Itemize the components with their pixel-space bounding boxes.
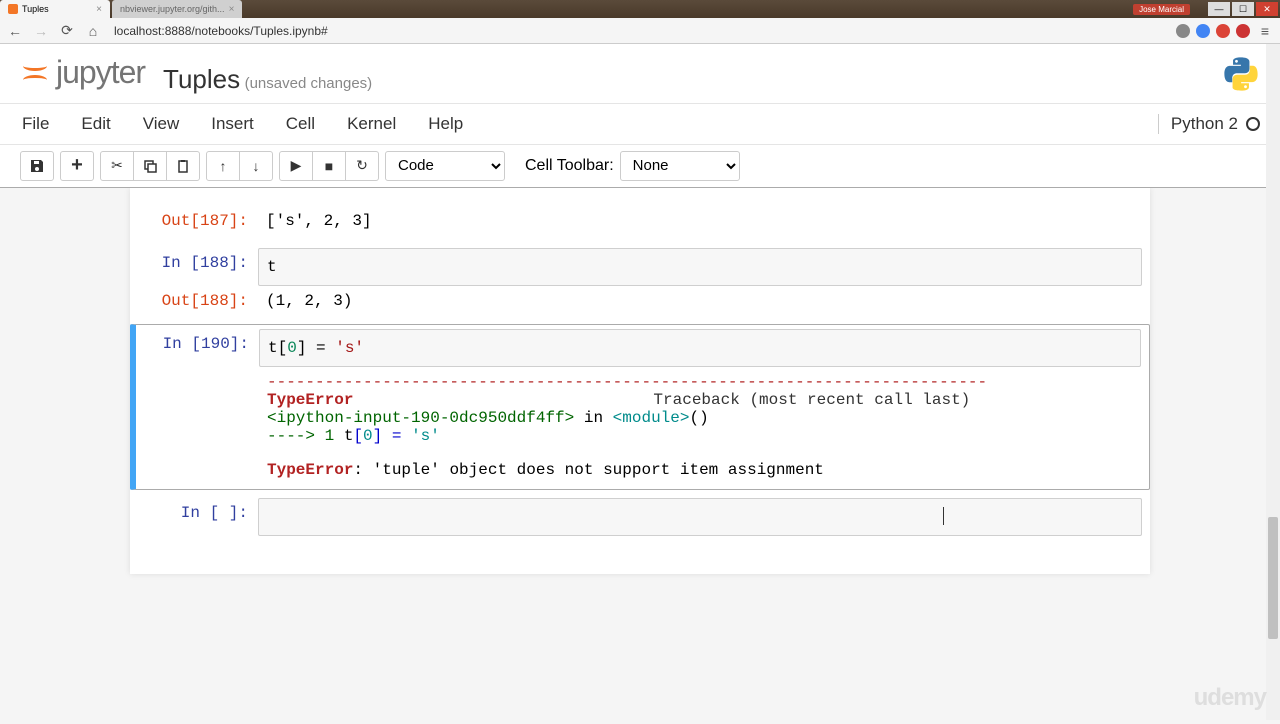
jupyter-logo-text: jupyter	[56, 54, 145, 91]
kernel-indicator: Python 2	[1158, 114, 1260, 134]
output-prompt: Out[187]:	[138, 206, 258, 236]
code-input[interactable]: t	[258, 248, 1142, 286]
menu-kernel[interactable]: Kernel	[345, 110, 398, 138]
output-value: ['s', 2, 3]	[258, 206, 1142, 236]
window-close-button[interactable]: ✕	[1256, 2, 1278, 16]
notebook-scroll-area[interactable]: Out[187]: ['s', 2, 3] In [188]: t Out[18…	[0, 188, 1280, 724]
extension-icon[interactable]	[1236, 24, 1250, 38]
input-prompt: In [190]:	[139, 329, 259, 359]
output-prompt: Out[188]:	[138, 286, 258, 316]
address-bar: ← → ⟳ ⌂ localhost:8888/notebooks/Tuples.…	[0, 18, 1280, 44]
add-cell-button[interactable]: +	[60, 151, 94, 181]
tab-title: Tuples	[22, 4, 49, 14]
notebook-header: jupyter Tuples (unsaved changes)	[0, 44, 1280, 104]
extension-icon[interactable]	[1176, 24, 1190, 38]
cut-button[interactable]: ✂	[100, 151, 134, 181]
restart-button[interactable]: ↻	[345, 151, 379, 181]
kernel-status-icon	[1246, 117, 1260, 131]
tab-close-icon[interactable]: ×	[229, 4, 235, 15]
browser-titlebar: Tuples × nbviewer.jupyter.org/gith... × …	[0, 0, 1280, 18]
scrollbar[interactable]	[1266, 44, 1280, 720]
jupyter-logo[interactable]: jupyter	[20, 54, 145, 91]
error-output: ----------------------------------------…	[259, 367, 1141, 485]
copy-button[interactable]	[133, 151, 167, 181]
menu-cell[interactable]: Cell	[284, 110, 317, 138]
text-cursor-icon	[943, 507, 944, 525]
kernel-name: Python 2	[1171, 114, 1238, 134]
menu-file[interactable]: File	[20, 110, 51, 138]
tab-favicon	[8, 4, 18, 14]
move-up-button[interactable]: ↑	[206, 151, 240, 181]
browser-menu-icon[interactable]: ≡	[1256, 22, 1274, 40]
scrollbar-thumb[interactable]	[1268, 517, 1278, 639]
save-button[interactable]	[20, 151, 54, 181]
tab-title: nbviewer.jupyter.org/gith...	[120, 4, 225, 14]
browser-tab-inactive[interactable]: nbviewer.jupyter.org/gith... ×	[112, 0, 242, 18]
paste-button[interactable]	[166, 151, 200, 181]
code-cell-selected[interactable]: In [190]: t[0] = 's' -------------------…	[130, 324, 1150, 490]
home-button[interactable]: ⌂	[84, 22, 102, 40]
output-value: (1, 2, 3)	[258, 286, 1142, 316]
notebook-name[interactable]: Tuples	[163, 64, 240, 94]
extension-icon[interactable]	[1196, 24, 1210, 38]
menu-view[interactable]: View	[141, 110, 182, 138]
stop-button[interactable]: ■	[312, 151, 346, 181]
toolbar: + ✂ ↑ ↓ ▶ ■ ↻ Code Cell Toolbar: None	[0, 145, 1280, 188]
watermark: udemy	[1194, 684, 1266, 712]
code-input[interactable]: t[0] = 's'	[259, 329, 1141, 367]
tab-close-icon[interactable]: ×	[96, 4, 102, 15]
extension-icon[interactable]	[1216, 24, 1230, 38]
forward-button[interactable]: →	[32, 22, 50, 40]
back-button[interactable]: ←	[6, 22, 24, 40]
run-button[interactable]: ▶	[279, 151, 313, 181]
user-badge: Jose Marcial	[1133, 4, 1190, 15]
output-cell: Out[187]: ['s', 2, 3]	[130, 202, 1150, 240]
code-input[interactable]	[258, 498, 1142, 536]
code-cell-empty[interactable]: In [ ]:	[130, 494, 1150, 540]
python-logo-icon	[1222, 55, 1260, 93]
notebook-save-status: (unsaved changes)	[245, 75, 373, 92]
input-prompt: In [188]:	[138, 248, 258, 278]
menu-edit[interactable]: Edit	[79, 110, 112, 138]
cell-toolbar-label: Cell Toolbar:	[525, 157, 614, 175]
input-prompt: In [ ]:	[138, 498, 258, 528]
window-minimize-button[interactable]: —	[1208, 2, 1230, 16]
jupyter-logo-icon	[20, 58, 50, 88]
menu-insert[interactable]: Insert	[209, 110, 256, 138]
code-cell[interactable]: In [188]: t Out[188]: (1, 2, 3)	[130, 244, 1150, 320]
menu-help[interactable]: Help	[426, 110, 465, 138]
url-input[interactable]: localhost:8888/notebooks/Tuples.ipynb#	[110, 22, 1168, 40]
cell-toolbar-select[interactable]: None	[620, 151, 740, 181]
menu-bar: File Edit View Insert Cell Kernel Help P…	[0, 104, 1280, 145]
reload-button[interactable]: ⟳	[58, 22, 76, 40]
cell-type-select[interactable]: Code	[385, 151, 505, 181]
browser-tab-active[interactable]: Tuples ×	[0, 0, 110, 18]
window-maximize-button[interactable]: ☐	[1232, 2, 1254, 16]
move-down-button[interactable]: ↓	[239, 151, 273, 181]
